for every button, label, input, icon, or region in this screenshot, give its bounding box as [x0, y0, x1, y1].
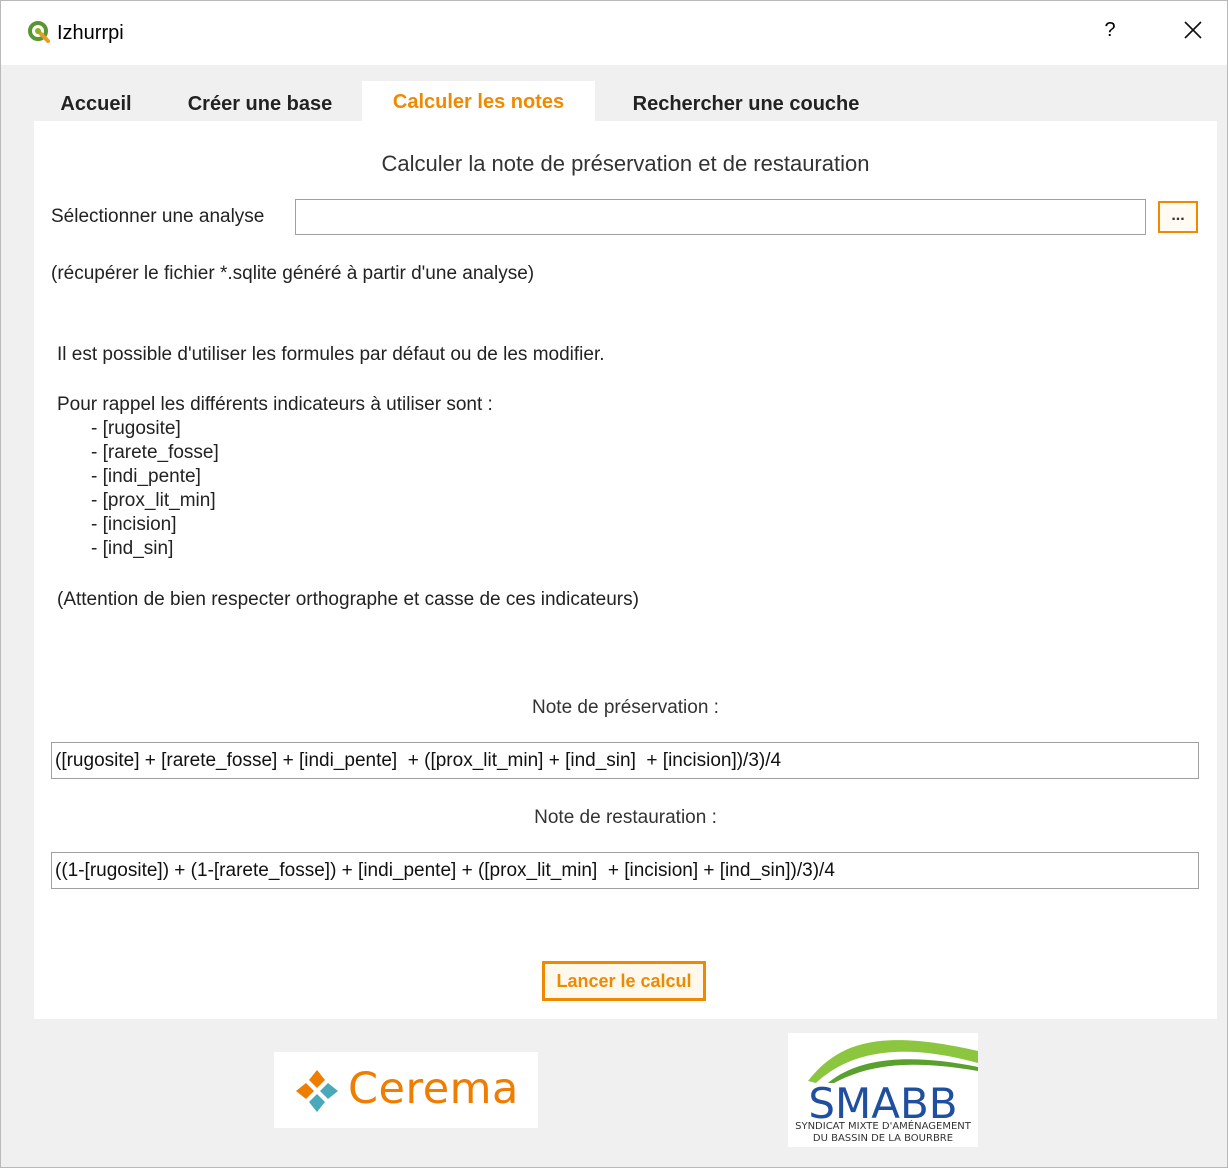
cerema-mark-icon	[296, 1070, 338, 1112]
cerema-wordmark: Cerema	[348, 1064, 519, 1114]
dialog-window: Izhurrpi ? Accueil Créer une base Calcul…	[0, 0, 1228, 1168]
smabb-logo: SMABB SYNDICAT MIXTE D'AMÉNAGEMENT DU BA…	[788, 1033, 978, 1147]
cerema-logo: Cerema	[274, 1052, 538, 1128]
run-calculation-button[interactable]: Lancer le calcul	[542, 961, 706, 1001]
info-line: Il est possible d'utiliser les formules …	[57, 344, 605, 365]
select-analysis-label: Sélectionner une analyse	[51, 206, 265, 227]
file-hint: (récupérer le fichier *.sqlite généré à …	[51, 263, 535, 284]
tab-panel: Calculer la note de préservation et de r…	[34, 121, 1217, 1019]
title-bar: Izhurrpi ?	[1, 1, 1227, 65]
indicator-item: - [incision]	[91, 514, 177, 535]
window-title: Izhurrpi	[57, 22, 124, 44]
info-line: Pour rappel les différents indicateurs à…	[57, 394, 493, 415]
close-icon[interactable]	[1182, 19, 1204, 41]
info-text: Il est possible d'utiliser les formules …	[57, 343, 605, 561]
restoration-label: Note de restauration :	[534, 807, 717, 828]
help-button[interactable]: ?	[1099, 19, 1121, 42]
tab-rechercher-une-couche[interactable]: Rechercher une couche	[595, 81, 897, 121]
indicator-item: - [ind_sin]	[91, 538, 174, 559]
preservation-formula-input[interactable]	[51, 742, 1199, 779]
restoration-formula-input[interactable]	[51, 852, 1199, 889]
indicator-item: - [rarete_fosse]	[91, 442, 219, 463]
browse-button[interactable]: ...	[1158, 201, 1198, 233]
analysis-file-input[interactable]	[295, 199, 1146, 235]
indicator-item: - [rugosite]	[91, 418, 181, 439]
indicator-item: - [prox_lit_min]	[91, 490, 216, 511]
smabb-subtitle: DU BASSIN DE LA BOURBRE	[812, 1133, 954, 1144]
tab-creer-une-base[interactable]: Créer une base	[158, 81, 362, 121]
smabb-subtitle: SYNDICAT MIXTE D'AMÉNAGEMENT	[795, 1121, 971, 1132]
warning-text: (Attention de bien respecter orthographe…	[57, 589, 639, 610]
tab-accueil[interactable]: Accueil	[34, 81, 158, 121]
qgis-icon	[28, 21, 50, 43]
preservation-label: Note de préservation :	[532, 697, 719, 718]
indicator-item: - [indi_pente]	[91, 466, 201, 487]
tab-calculer-les-notes[interactable]: Calculer les notes	[362, 81, 595, 121]
panel-heading: Calculer la note de préservation et de r…	[381, 151, 870, 176]
smabb-wave-icon	[808, 1040, 978, 1083]
